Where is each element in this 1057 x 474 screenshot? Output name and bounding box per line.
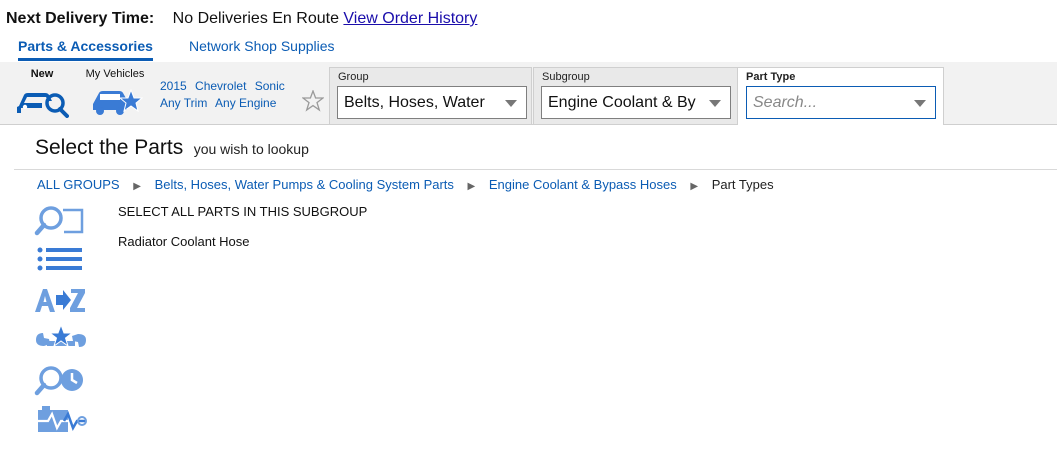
car-star-icon (93, 88, 144, 115)
new-vehicle-label: New (30, 68, 54, 80)
page-subtitle: you wish to lookup (193, 141, 309, 157)
chevron-down-icon[interactable] (914, 100, 926, 107)
select-all-parts-item[interactable]: SELECT ALL PARTS IN THIS SUBGROUP (118, 204, 367, 234)
breadcrumb-separator-icon: ▶ (467, 181, 476, 192)
group-caption: Group (338, 71, 369, 83)
breadcrumb-separator-icon: ▶ (690, 181, 699, 192)
favorite-star-icon[interactable] (302, 90, 324, 112)
main-tabs: Parts & Accessories Network Shop Supplie… (0, 36, 1057, 63)
page-title: Select the Parts (35, 136, 184, 159)
vehicle-make[interactable]: Chevrolet (195, 79, 246, 93)
delivery-status: No Deliveries En Route (172, 10, 339, 27)
part-type-combobox[interactable] (746, 86, 936, 119)
subgroup-selector: Subgroup Engine Coolant & By (533, 67, 739, 124)
parts-list: SELECT ALL PARTS IN THIS SUBGROUP Radiat… (118, 204, 367, 264)
lookup-mode-icons (34, 204, 88, 444)
breadcrumb: ALL GROUPS ▶ Belts, Hoses, Water Pumps &… (37, 177, 774, 192)
chevron-down-icon (709, 100, 721, 107)
breadcrumb-subgroup[interactable]: Engine Coolant & Bypass Hoses (489, 177, 677, 192)
a-to-z-icon[interactable] (34, 284, 88, 316)
breadcrumb-all-groups[interactable]: ALL GROUPS (37, 177, 120, 192)
tab-network-shop-supplies[interactable]: Network Shop Supplies (189, 38, 335, 54)
breadcrumb-current: Part Types (711, 177, 774, 192)
breadcrumb-separator-icon: ▶ (133, 181, 141, 192)
search-history-icon[interactable] (34, 364, 88, 396)
subgroup-dropdown[interactable]: Engine Coolant & By (541, 86, 731, 119)
vehicle-toolbar: New My Vehicles 2015 Chevrolet Sonic Any… (0, 62, 1057, 125)
diagnostics-icon[interactable] (34, 404, 88, 436)
list-icon[interactable] (34, 244, 88, 276)
delivery-label: Next Delivery Time: (6, 10, 155, 27)
delivery-bar: Next Delivery Time: No Deliveries En Rou… (6, 10, 477, 30)
vehicle-year[interactable]: 2015 (160, 79, 187, 93)
vehicle-trim[interactable]: Any Trim (160, 96, 207, 110)
selected-vehicle: 2015 Chevrolet Sonic Any Trim Any Engine (160, 78, 290, 112)
my-vehicles-button[interactable]: My Vehicles (82, 68, 148, 121)
favorites-tools-icon[interactable] (34, 324, 88, 356)
group-selector: Group Belts, Hoses, Water (329, 67, 532, 124)
part-type-caption: Part Type (746, 71, 796, 83)
new-vehicle-search-icon (17, 93, 69, 118)
vehicle-engine[interactable]: Any Engine (215, 96, 276, 110)
part-type-selector: Part Type (737, 67, 944, 125)
search-parts-icon[interactable] (34, 204, 88, 236)
my-vehicles-label: My Vehicles (85, 68, 145, 80)
vehicle-model[interactable]: Sonic (255, 79, 285, 93)
new-vehicle-button[interactable]: New (14, 68, 70, 121)
divider (14, 169, 1057, 170)
view-order-history-link[interactable]: View Order History (343, 10, 477, 27)
part-type-search-input[interactable] (747, 87, 913, 118)
part-item[interactable]: Radiator Coolant Hose (118, 234, 367, 264)
group-dropdown[interactable]: Belts, Hoses, Water (337, 86, 527, 119)
tab-parts-accessories[interactable]: Parts & Accessories (18, 38, 153, 61)
subgroup-value: Engine Coolant & By (548, 94, 696, 111)
page-heading: Select the Parts you wish to lookup (35, 136, 309, 160)
subgroup-caption: Subgroup (542, 71, 590, 83)
group-value: Belts, Hoses, Water (344, 94, 485, 111)
breadcrumb-group[interactable]: Belts, Hoses, Water Pumps & Cooling Syst… (155, 177, 454, 192)
chevron-down-icon (505, 100, 517, 107)
